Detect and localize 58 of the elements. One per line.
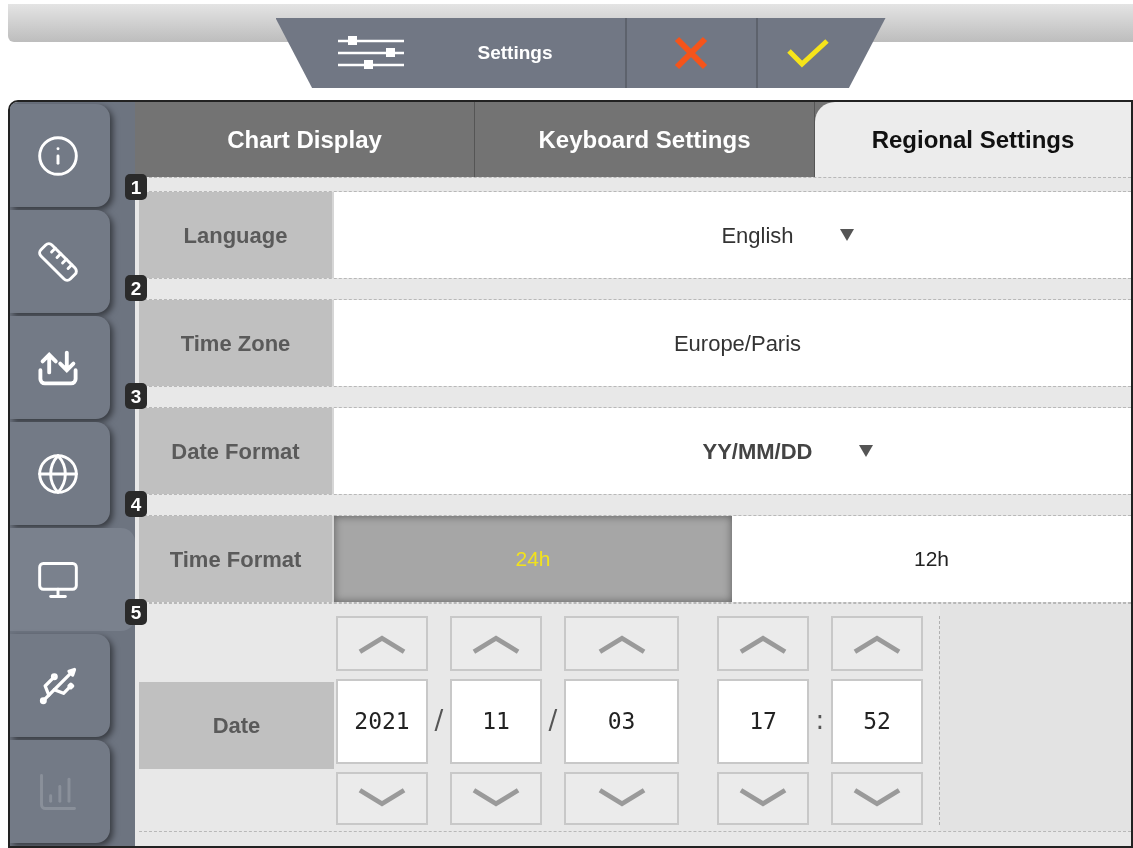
increment-button[interactable] bbox=[717, 616, 809, 672]
chevron-up-icon bbox=[739, 633, 787, 654]
sidebar-tab[interactable] bbox=[10, 104, 110, 207]
sidebar-tab[interactable] bbox=[10, 210, 110, 313]
dropdown[interactable]: English bbox=[334, 192, 1131, 278]
row-number: 5 bbox=[125, 599, 147, 625]
format-option[interactable]: 12h bbox=[732, 516, 1131, 602]
chevron-down-icon bbox=[853, 788, 901, 809]
chevron-down-icon bbox=[739, 788, 787, 809]
dropdown-caret-icon bbox=[839, 229, 854, 241]
increment-button[interactable] bbox=[831, 616, 923, 672]
date-time-field[interactable]: 03 bbox=[564, 679, 679, 764]
date-time-field[interactable]: 11 bbox=[450, 679, 542, 764]
decrement-button[interactable] bbox=[831, 771, 923, 825]
row-number: 4 bbox=[125, 491, 147, 517]
dropdown-caret-icon bbox=[858, 445, 873, 457]
sidebar-tab[interactable] bbox=[10, 316, 110, 419]
setting-label: Time Zone bbox=[139, 300, 334, 386]
time-zone-value[interactable]: Europe/Paris bbox=[334, 300, 1131, 386]
chevron-up-icon bbox=[853, 633, 901, 654]
row-number: 1 bbox=[125, 174, 147, 200]
dropdown-value: English bbox=[721, 221, 794, 250]
chevron-up-icon bbox=[358, 633, 406, 654]
decrement-button[interactable] bbox=[450, 771, 542, 825]
decrement-button[interactable] bbox=[717, 771, 809, 825]
separator: : bbox=[815, 704, 825, 737]
chevron-up-icon bbox=[472, 633, 520, 654]
sliders-icon bbox=[337, 35, 404, 71]
tab[interactable]: Regional Settings bbox=[815, 102, 1131, 177]
decrement-button[interactable] bbox=[564, 771, 679, 825]
increment-button[interactable] bbox=[564, 616, 679, 672]
increment-button[interactable] bbox=[336, 616, 428, 672]
separator: / bbox=[548, 704, 558, 737]
date-time-field[interactable]: 2021 bbox=[336, 679, 428, 764]
chevron-up-icon bbox=[597, 633, 646, 654]
check-icon bbox=[785, 37, 830, 69]
increment-button[interactable] bbox=[450, 616, 542, 672]
date-time-field[interactable]: 17 bbox=[717, 679, 809, 764]
row-number: 2 bbox=[125, 275, 147, 301]
dropdown-value: YY/MM/DD bbox=[702, 437, 813, 466]
header-title: Settings bbox=[477, 40, 553, 65]
row-number: 3 bbox=[125, 383, 147, 409]
dropdown[interactable]: YY/MM/DD bbox=[334, 408, 1131, 494]
chevron-down-icon bbox=[597, 788, 646, 809]
globe-icon bbox=[36, 451, 80, 496]
setting-label: Time Format bbox=[139, 516, 334, 602]
ruler-icon bbox=[36, 239, 80, 284]
separator: / bbox=[434, 704, 444, 737]
sidebar-tab[interactable] bbox=[10, 422, 110, 525]
info-icon bbox=[36, 133, 80, 178]
setting-label: Date Format bbox=[139, 408, 334, 494]
chevron-down-icon bbox=[358, 788, 406, 809]
close-icon bbox=[673, 35, 709, 71]
date-time-field[interactable]: 52 bbox=[831, 679, 923, 764]
setting-label: Date bbox=[139, 682, 334, 769]
decrement-button[interactable] bbox=[336, 771, 428, 825]
sidebar-tab[interactable] bbox=[10, 634, 110, 737]
chevron-down-icon bbox=[472, 788, 520, 809]
